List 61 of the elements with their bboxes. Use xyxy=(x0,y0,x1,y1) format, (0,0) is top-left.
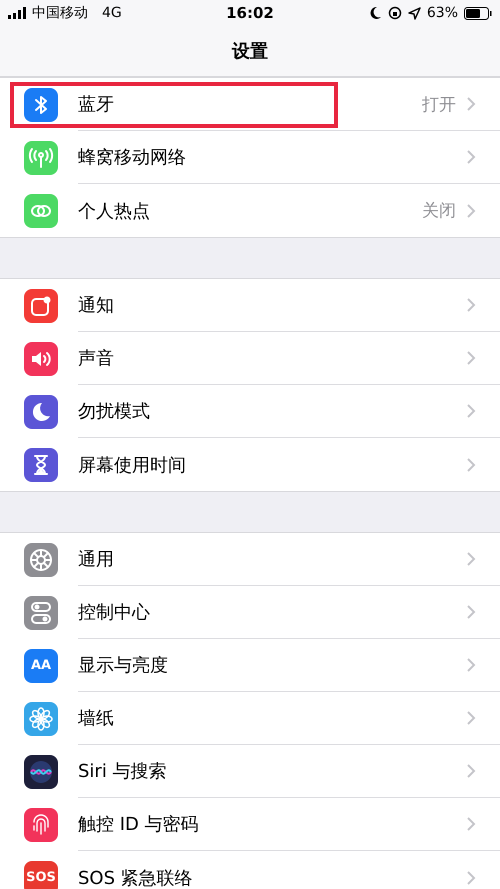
settings-row[interactable]: SOS SOS 紧急联络 xyxy=(0,851,500,889)
settings-row[interactable]: 蜂窝移动网络 xyxy=(0,131,500,184)
row-label: 屏幕使用时间 xyxy=(78,454,187,476)
chevron-icon xyxy=(466,403,476,419)
carrier-name: 中国移动 xyxy=(32,4,88,22)
settings-row[interactable]: 通用 xyxy=(0,533,500,586)
row-label: 显示与亮度 xyxy=(78,654,169,677)
row-value: 关闭 xyxy=(422,200,456,222)
settings-row[interactable]: 触控 ID 与密码 xyxy=(0,798,500,851)
chevron-icon xyxy=(466,870,476,886)
row-label: 通知 xyxy=(78,294,115,317)
settings-row[interactable]: Siri 与搜索 xyxy=(0,745,500,798)
settings-row[interactable]: AA 显示与亮度 xyxy=(0,639,500,692)
settings-row[interactable]: 勿扰模式 xyxy=(0,385,500,438)
chevron-icon xyxy=(466,816,476,832)
signal-icon xyxy=(8,7,26,19)
network-type: 4G xyxy=(102,5,122,21)
chevron-icon xyxy=(466,604,476,620)
settings-row[interactable]: 通知 xyxy=(0,279,500,332)
toggles-icon xyxy=(30,600,52,624)
rotation-lock-icon xyxy=(388,6,402,20)
chevron-icon xyxy=(466,297,476,313)
notification-icon xyxy=(30,294,52,316)
settings-row[interactable]: 屏幕使用时间 xyxy=(0,438,500,491)
clock-time: 16:02 xyxy=(226,4,274,22)
location-icon xyxy=(408,6,421,20)
row-label: 蜂窝移动网络 xyxy=(78,146,187,169)
settings-row[interactable]: 声音 xyxy=(0,332,500,385)
text-icon: AA xyxy=(24,648,58,682)
row-label: 勿扰模式 xyxy=(78,400,151,423)
chevron-icon xyxy=(466,551,476,567)
row-label: 蓝牙 xyxy=(78,93,115,116)
chevron-icon xyxy=(466,763,476,779)
settings-row[interactable]: 控制中心 xyxy=(0,586,500,639)
chevron-icon xyxy=(466,657,476,673)
row-label: 墙纸 xyxy=(78,707,115,730)
settings-row[interactable]: 蓝牙 打开 xyxy=(0,78,500,131)
antenna-icon xyxy=(28,146,54,168)
row-label: 通用 xyxy=(78,548,115,571)
moon-icon xyxy=(370,6,382,20)
page-title: 设置 xyxy=(232,40,268,63)
row-label: 个人热点 xyxy=(78,200,151,222)
row-label: Siri 与搜索 xyxy=(78,760,168,783)
row-label: 控制中心 xyxy=(78,601,151,624)
chevron-icon xyxy=(466,710,476,726)
chevron-icon xyxy=(466,96,476,112)
chevron-icon xyxy=(466,350,476,366)
settings-row[interactable]: 个人热点 关闭 xyxy=(0,184,500,237)
row-label: 触控 ID 与密码 xyxy=(78,813,200,836)
chevron-icon xyxy=(466,456,476,472)
text-icon: SOS xyxy=(24,860,58,889)
row-label: 声音 xyxy=(78,347,115,370)
chevron-icon xyxy=(466,149,476,165)
row-label: SOS 紧急联络 xyxy=(78,866,194,889)
battery-percent: 63% xyxy=(426,5,458,21)
settings-row[interactable]: 墙纸 xyxy=(0,692,500,745)
chevron-icon xyxy=(466,202,476,218)
row-value: 打开 xyxy=(422,94,456,116)
battery-icon xyxy=(464,6,492,20)
moon-icon xyxy=(30,400,52,422)
hourglass-icon xyxy=(32,454,50,476)
